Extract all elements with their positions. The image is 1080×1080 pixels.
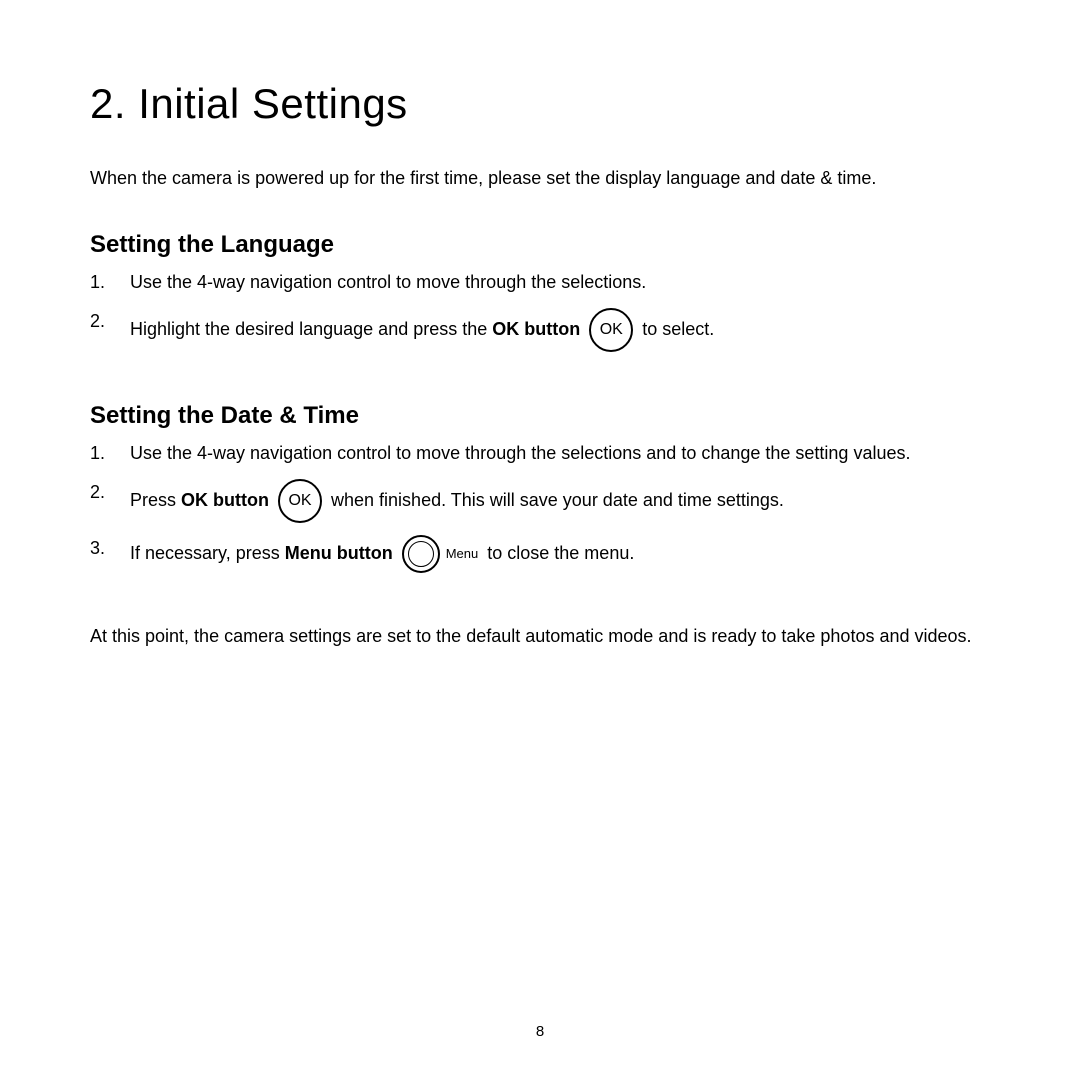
ok-button-label: OK button — [181, 490, 269, 510]
step-text: Highlight the desired language and press… — [130, 319, 492, 339]
page-number: 8 — [0, 1023, 1080, 1040]
list-item: Use the 4-way navigation control to move… — [130, 269, 990, 296]
ok-button-icon: OK — [278, 479, 322, 523]
step-text: to close the menu. — [482, 543, 634, 563]
step-text: Press — [130, 490, 181, 510]
menu-icon-label: Menu — [446, 544, 479, 564]
list-item: Press OK button OK when finished. This w… — [130, 479, 990, 523]
step-text: to select. — [637, 319, 714, 339]
ok-button-icon: OK — [589, 308, 633, 352]
menu-circle-icon — [402, 535, 440, 573]
menu-button-icon: Menu — [402, 535, 479, 573]
chapter-title: 2. Initial Settings — [90, 80, 990, 128]
list-item: Use the 4-way navigation control to move… — [130, 440, 990, 467]
datetime-steps: Use the 4-way navigation control to move… — [90, 440, 990, 573]
menu-button-label: Menu button — [285, 543, 393, 563]
closing-text: At this point, the camera settings are s… — [90, 623, 990, 650]
section-heading-language: Setting the Language — [90, 231, 990, 259]
chapter-intro: When the camera is powered up for the fi… — [90, 166, 990, 191]
language-steps: Use the 4-way navigation control to move… — [90, 269, 990, 352]
ok-button-label: OK button — [492, 319, 580, 339]
section-language: Setting the Language Use the 4-way navig… — [90, 231, 990, 352]
list-item: If necessary, press Menu button Menu to … — [130, 535, 990, 573]
step-text: If necessary, press — [130, 543, 285, 563]
list-item: Highlight the desired language and press… — [130, 308, 990, 352]
step-text: when finished. This will save your date … — [326, 490, 784, 510]
section-heading-datetime: Setting the Date & Time — [90, 402, 990, 430]
section-datetime: Setting the Date & Time Use the 4-way na… — [90, 402, 990, 573]
